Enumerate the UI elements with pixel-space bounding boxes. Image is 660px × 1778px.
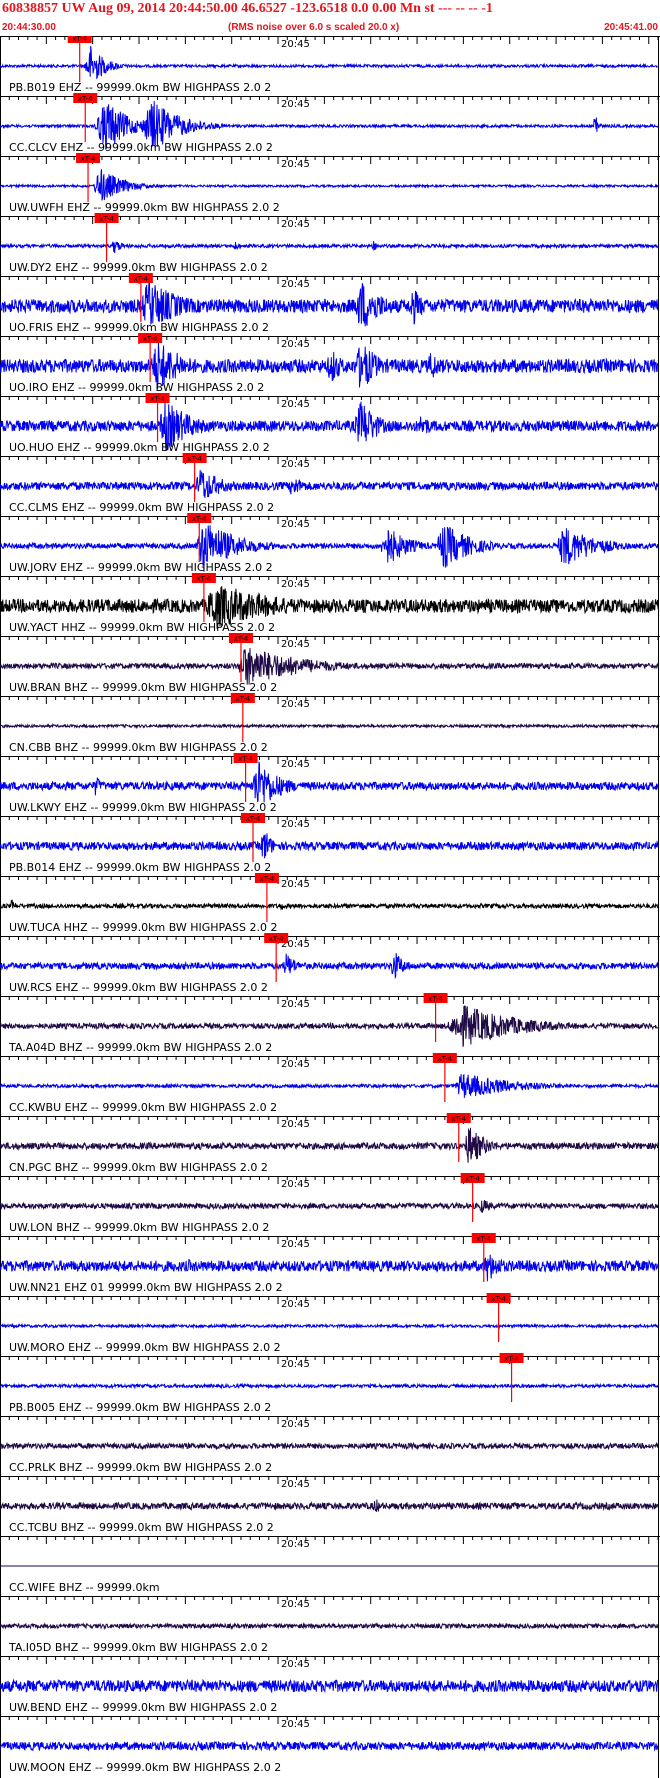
minute-tick-label: 20:45 (281, 759, 310, 770)
station-label: PB.B005 EHZ -- 99999.0km BW HIGHPASS 2.0… (9, 1401, 271, 1414)
minute-tick-label: 20:45 (281, 1659, 310, 1670)
minute-tick-label: 20:45 (281, 579, 310, 590)
station-label: UW.YACT HHZ -- 99999.0km BW HIGHPASS 2.0… (9, 621, 275, 634)
minute-tick-label: 20:45 (281, 819, 310, 830)
station-label: UW.BEND EHZ -- 99999.0km BW HIGHPASS 2.0… (9, 1701, 277, 1714)
minute-tick-label: 20:45 (281, 39, 310, 50)
minute-tick-label: 20:45 (281, 159, 310, 170)
end-time: 20:45:41.00 (604, 22, 658, 33)
minute-tick-label: 20:45 (281, 519, 310, 530)
minute-tick-label: 20:45 (281, 1239, 310, 1250)
pick-label: xT-4 (476, 1235, 491, 1243)
minute-tick-label: 20:45 (281, 1539, 310, 1550)
pick-label: xT-4 (192, 515, 207, 523)
station-label: TA.I05D BHZ -- 99999.0km BW HIGHPASS 2.0… (8, 1641, 268, 1654)
station-label: UW.MOON EHZ -- 99999.0km BW HIGHPASS 2.0… (9, 1761, 281, 1774)
pick-label: xT-4 (234, 635, 249, 643)
station-label: UO.FRIS EHZ -- 99999.0km BW HIGHPASS 2.0… (9, 321, 269, 334)
pick-label: xT-4 (246, 815, 261, 823)
station-label: CN.PGC BHZ -- 99999.0km BW HIGHPASS 2.0 … (9, 1161, 268, 1174)
pick-label: xT-4 (269, 935, 284, 943)
minute-tick-label: 20:45 (281, 1119, 310, 1130)
pick-label: xT-4 (150, 395, 165, 403)
station-label: CC.TCBU BHZ -- 99999.0km BW HIGHPASS 2.0… (9, 1521, 274, 1534)
pick-label: xT-4 (437, 1055, 452, 1063)
station-label: CC.CLCV EHZ -- 99999.0km BW HIGHPASS 2.0… (9, 141, 273, 154)
minute-tick-label: 20:45 (281, 1599, 310, 1610)
pick-label: xT-4 (491, 1295, 506, 1303)
minute-tick-label: 20:45 (281, 639, 310, 650)
minute-tick-label: 20:45 (281, 399, 310, 410)
pick-label: xT-4 (133, 275, 148, 283)
station-label: UW.JORV EHZ -- 99999.0km BW HIGHPASS 2.0… (9, 561, 273, 574)
pick-label: xT-4 (504, 1355, 519, 1363)
start-time: 20:44:30.00 (2, 22, 56, 33)
pick-label: xT-4 (465, 1175, 480, 1183)
minute-tick-label: 20:45 (281, 459, 310, 470)
minute-tick-label: 20:45 (281, 699, 310, 710)
minute-tick-label: 20:45 (281, 1059, 310, 1070)
minute-tick-label: 20:45 (281, 999, 310, 1010)
station-label: UW.NN21 EHZ 01 99999.0km BW HIGHPASS 2.0… (9, 1281, 283, 1294)
minute-tick-label: 20:45 (281, 1299, 310, 1310)
minute-tick-label: 20:45 (281, 1719, 310, 1730)
plot-subtitle: (RMS noise over 6.0 s scaled 20.0 x) (228, 22, 400, 33)
pick-label: xT-4 (238, 755, 253, 763)
station-label: UW.DY2 EHZ -- 99999.0km BW HIGHPASS 2.0 … (9, 261, 268, 274)
station-label: UW.UWFH EHZ -- 99999.0km BW HIGHPASS 2.0… (9, 201, 280, 214)
minute-tick-label: 20:45 (281, 1479, 310, 1490)
minute-tick-label: 20:45 (281, 99, 310, 110)
minute-tick-label: 20:45 (281, 1359, 310, 1370)
pick-label: xT-4 (260, 875, 275, 883)
minute-tick-label: 20:45 (281, 279, 310, 290)
station-label: UO.HUO EHZ -- 99999.0km BW HIGHPASS 2.0 … (9, 441, 270, 454)
minute-tick-label: 20:45 (281, 339, 310, 350)
plot-title: 60838857 UW Aug 09, 2014 20:44:50.00 46.… (2, 1, 493, 16)
pick-label: xT-4 (197, 575, 212, 583)
pick-label: xT-4 (235, 695, 250, 703)
pick-label: xT-4 (99, 215, 114, 223)
station-label: CC.KWBU EHZ -- 99999.0km BW HIGHPASS 2.0… (9, 1101, 277, 1114)
station-label: CN.CBB BHZ -- 99999.0km BW HIGHPASS 2.0 … (9, 741, 268, 754)
station-label: UW.MORO EHZ -- 99999.0km BW HIGHPASS 2.0… (9, 1341, 281, 1354)
station-label: UW.LON BHZ -- 99999.0km BW HIGHPASS 2.0 … (9, 1221, 269, 1234)
pick-label: xT-4 (143, 335, 158, 343)
minute-tick-label: 20:45 (281, 879, 310, 890)
pick-label: xT-4 (81, 155, 96, 163)
station-label: UW.BRAN BHZ -- 99999.0km BW HIGHPASS 2.0… (9, 681, 277, 694)
pick-label: xT-4 (428, 995, 443, 1003)
station-label: CC.CLMS EHZ -- 99999.0km BW HIGHPASS 2.0… (9, 501, 274, 514)
station-label: UW.TUCA HHZ -- 99999.0km BW HIGHPASS 2.0… (9, 921, 277, 934)
minute-tick-label: 20:45 (281, 1419, 310, 1430)
station-label: TA.A04D BHZ -- 99999.0km BW HIGHPASS 2.0… (8, 1041, 272, 1054)
station-label: CC.PRLK BHZ -- 99999.0km BW HIGHPASS 2.0… (9, 1461, 272, 1474)
station-label: UO.IRO EHZ -- 99999.0km BW HIGHPASS 2.0 … (9, 381, 264, 394)
station-label: CC.WIFE BHZ -- 99999.0km (9, 1581, 160, 1594)
header: 60838857 UW Aug 09, 2014 20:44:50.00 46.… (0, 0, 660, 36)
pick-label: xT-4 (78, 95, 93, 103)
station-label: UW.RCS EHZ -- 99999.0km BW HIGHPASS 2.0 … (9, 981, 268, 994)
pick-label: xT-4 (72, 36, 87, 43)
station-label: PB.B019 EHZ -- 99999.0km BW HIGHPASS 2.0… (9, 81, 271, 94)
seismogram-panel: 20:45xT-4PB.B019 EHZ -- 99999.0km BW HIG… (0, 36, 660, 1778)
minute-tick-label: 20:45 (281, 219, 310, 230)
station-label: PB.B014 EHZ -- 99999.0km BW HIGHPASS 2.0… (9, 861, 271, 874)
minute-tick-label: 20:45 (281, 1179, 310, 1190)
pick-label: xT-4 (451, 1115, 466, 1123)
pick-label: xT-4 (187, 455, 202, 463)
station-label: UW.LKWY EHZ -- 99999.0km BW HIGHPASS 2.0… (9, 801, 277, 814)
